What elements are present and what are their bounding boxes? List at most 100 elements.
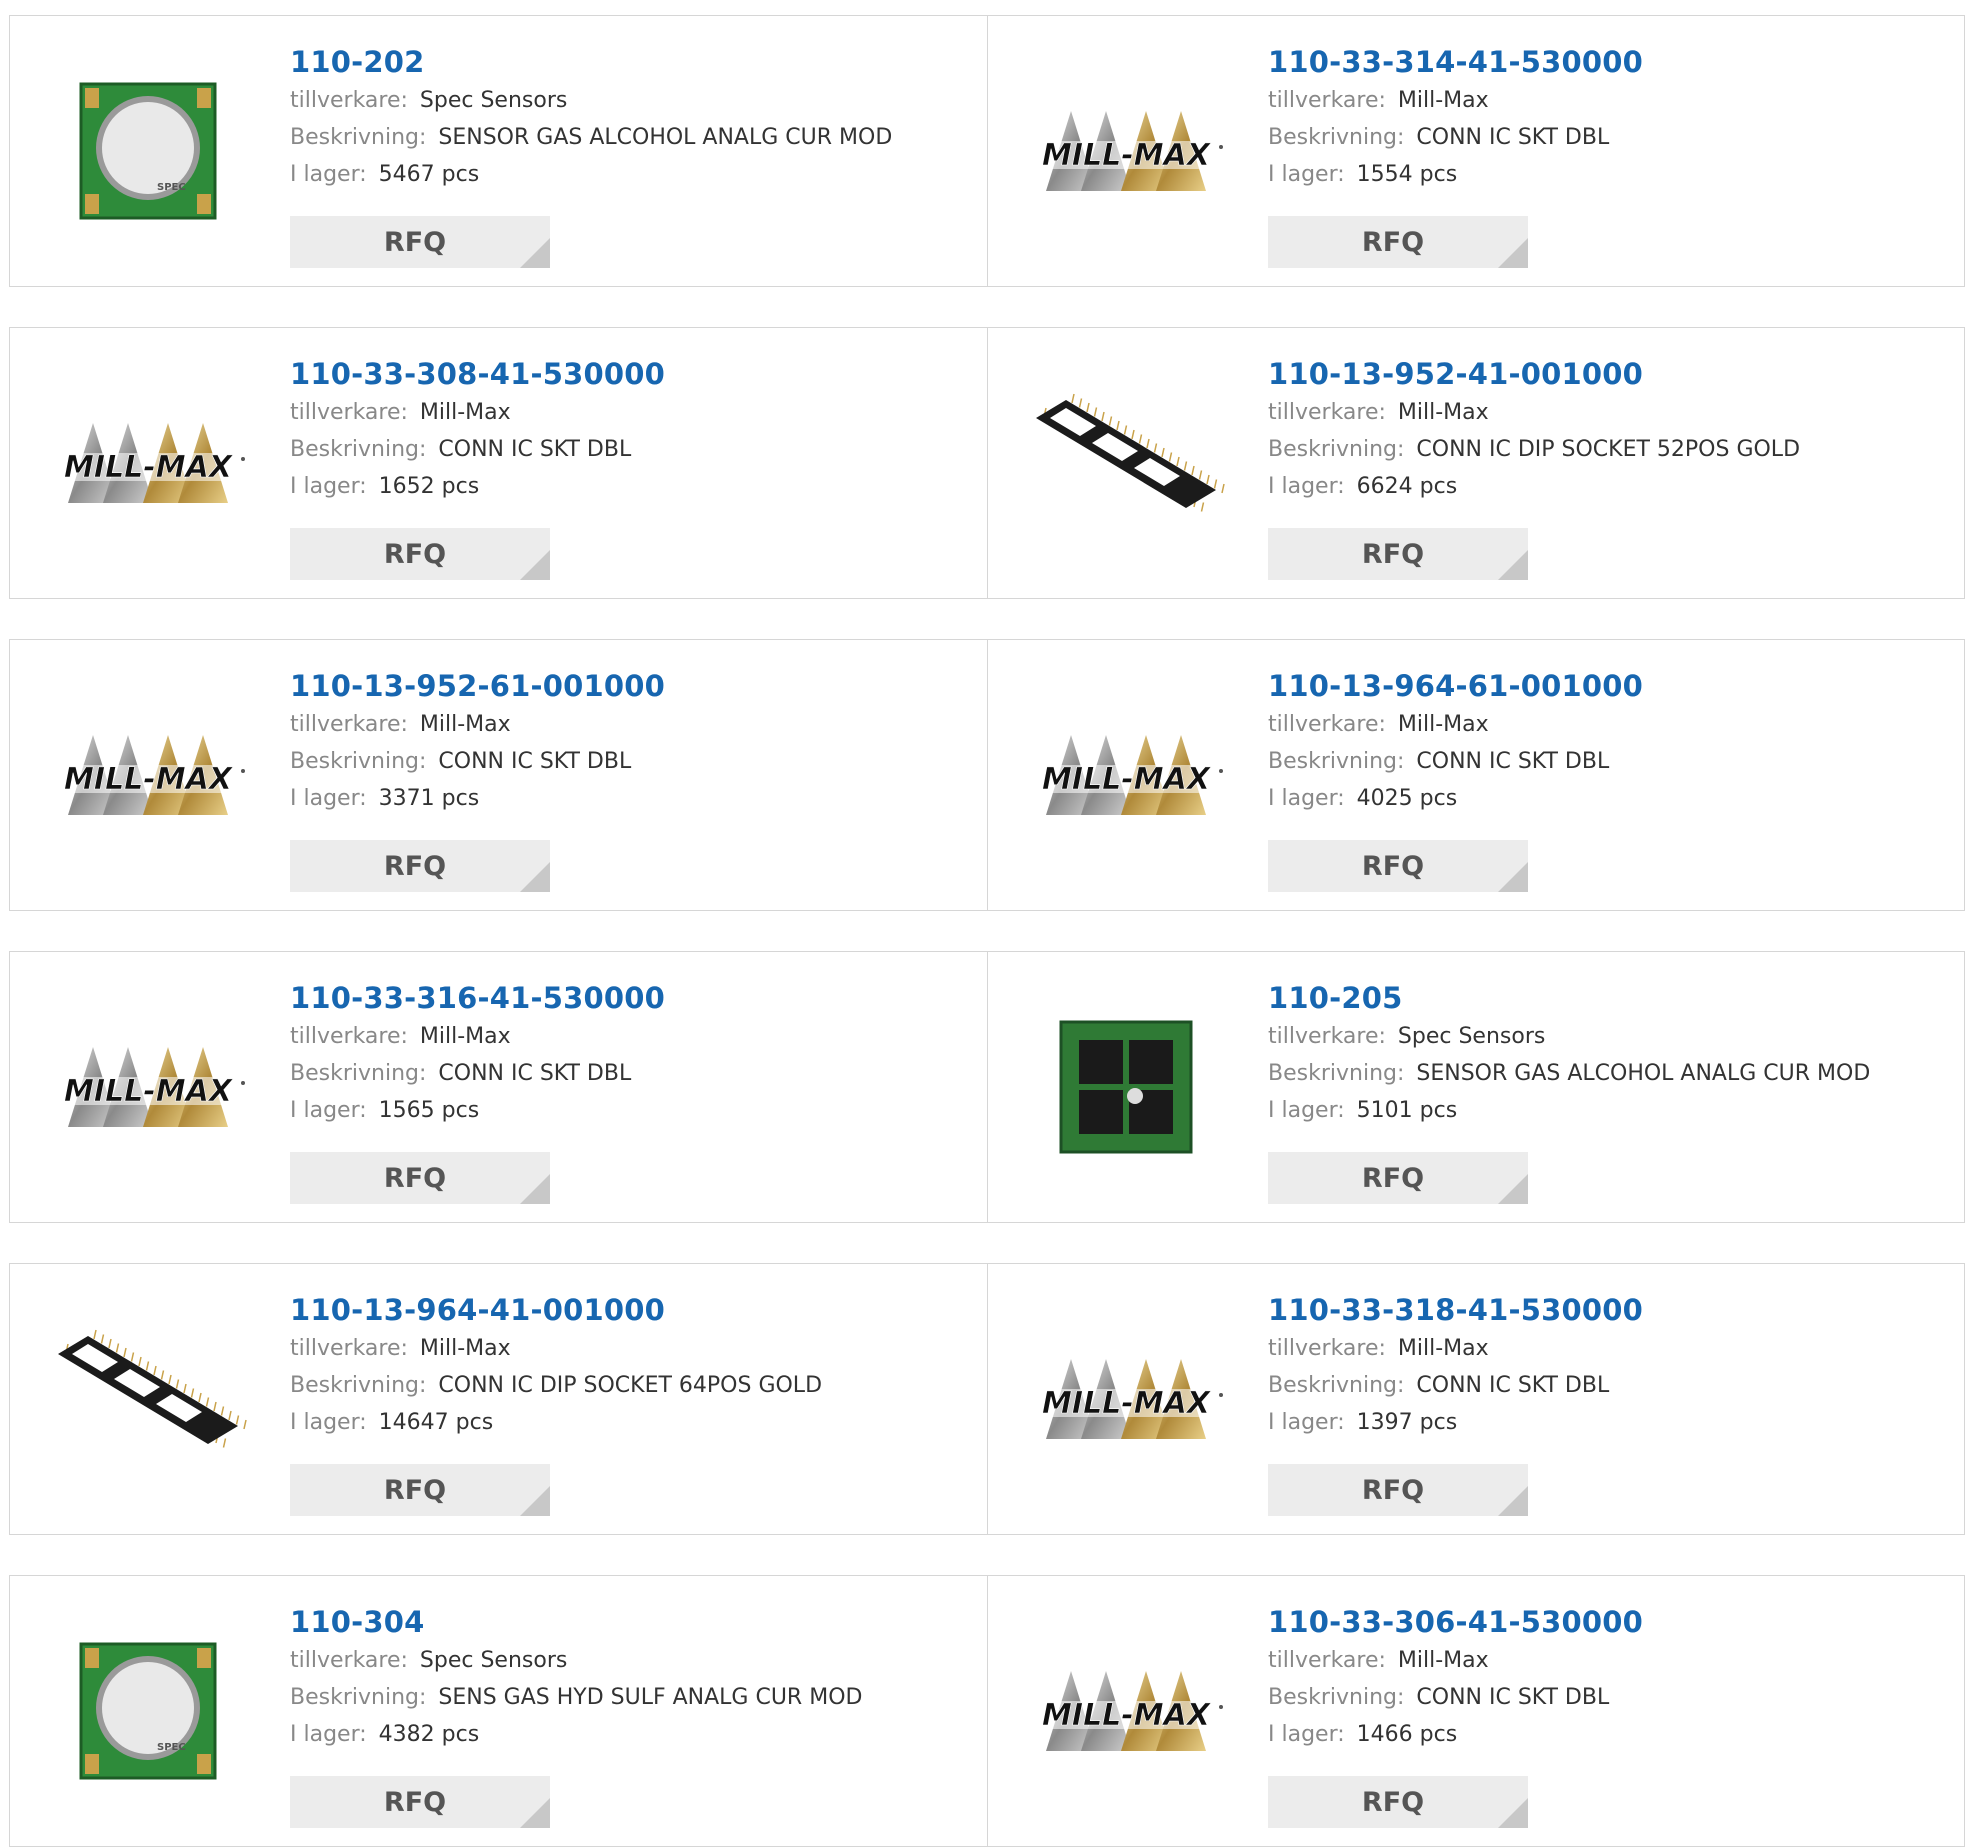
description-label: Beskrivning: bbox=[290, 125, 427, 150]
svg-text:MILL-MAX: MILL-MAX bbox=[64, 1074, 234, 1109]
description-label: Beskrivning: bbox=[1268, 1373, 1405, 1398]
description-value: CONN IC SKT DBL bbox=[438, 1061, 632, 1086]
stock-value: 5101 pcs bbox=[1356, 1098, 1458, 1123]
dip-socket-icon[interactable] bbox=[48, 1324, 248, 1474]
rfq-button-label: RFQ bbox=[383, 1786, 447, 1818]
corner-triangle-icon bbox=[1498, 1798, 1528, 1828]
part-number-link[interactable]: 110-13-952-61-001000 bbox=[290, 666, 665, 706]
rfq-button[interactable]: RFQ bbox=[290, 1152, 550, 1204]
rfq-button[interactable]: RFQ bbox=[1268, 528, 1528, 580]
description-label: Beskrivning: bbox=[1268, 1685, 1405, 1710]
svg-text:MILL-MAX: MILL-MAX bbox=[64, 450, 234, 485]
mill-max-logo[interactable]: MILL-MAX bbox=[1026, 700, 1226, 850]
manufacturer-line: tillverkare: Mill-Max bbox=[1268, 82, 1643, 119]
stock-line: I lager: 1397 pcs bbox=[1268, 1404, 1643, 1441]
part-number-link[interactable]: 110-202 bbox=[290, 42, 892, 82]
corner-triangle-icon bbox=[520, 1174, 550, 1204]
manufacturer-value: Mill-Max bbox=[1397, 400, 1489, 425]
description-label: Beskrivning: bbox=[1268, 749, 1405, 774]
rfq-button[interactable]: RFQ bbox=[290, 840, 550, 892]
rfq-button[interactable]: RFQ bbox=[1268, 1776, 1528, 1828]
manufacturer-line: tillverkare: Mill-Max bbox=[1268, 1330, 1643, 1367]
manufacturer-line: tillverkare: Mill-Max bbox=[290, 394, 665, 431]
corner-triangle-icon bbox=[520, 1486, 550, 1516]
mill-max-logo[interactable]: MILL-MAX bbox=[1026, 76, 1226, 226]
product-info: 110-13-964-41-001000 tillverkare: Mill-Ma… bbox=[290, 1290, 822, 1441]
sensor-module-square-icon[interactable] bbox=[1026, 1012, 1226, 1162]
product-card: MILL-MAX 110-13-964-61-001000 tillverkar… bbox=[987, 640, 1964, 910]
stock-value: 1466 pcs bbox=[1356, 1722, 1458, 1747]
dip-socket-icon[interactable] bbox=[1026, 388, 1226, 538]
stock-label: I lager: bbox=[290, 474, 367, 499]
corner-triangle-icon bbox=[1498, 862, 1528, 892]
mill-max-logo[interactable]: MILL-MAX bbox=[1026, 1324, 1226, 1474]
product-info: 110-33-306-41-530000 tillverkare: Mill-Ma… bbox=[1268, 1602, 1643, 1753]
part-number-link[interactable]: 110-33-308-41-530000 bbox=[290, 354, 665, 394]
stock-label: I lager: bbox=[1268, 1410, 1345, 1435]
product-info: 110-304 tillverkare: Spec Sensors Beskriv… bbox=[290, 1602, 862, 1753]
rfq-button-label: RFQ bbox=[1361, 1474, 1425, 1506]
part-number-link[interactable]: 110-33-306-41-530000 bbox=[1268, 1602, 1643, 1642]
rfq-button[interactable]: RFQ bbox=[290, 216, 550, 268]
product-card: SPEC 110-202 tillverkare: Spec Sensors Be… bbox=[10, 16, 987, 286]
stock-value: 1652 pcs bbox=[378, 474, 480, 499]
manufacturer-label: tillverkare: bbox=[290, 1336, 408, 1361]
stock-value: 4025 pcs bbox=[1356, 786, 1458, 811]
product-card: MILL-MAX 110-33-318-41-530000 tillverkar… bbox=[987, 1264, 1964, 1534]
manufacturer-line: tillverkare: Mill-Max bbox=[290, 706, 665, 743]
manufacturer-label: tillverkare: bbox=[290, 1648, 408, 1673]
rfq-button[interactable]: RFQ bbox=[1268, 1152, 1528, 1204]
stock-value: 14647 pcs bbox=[378, 1410, 494, 1435]
stock-label: I lager: bbox=[290, 162, 367, 187]
manufacturer-line: tillverkare: Mill-Max bbox=[1268, 706, 1643, 743]
svg-text:MILL-MAX: MILL-MAX bbox=[1042, 1698, 1212, 1733]
stock-line: I lager: 3371 pcs bbox=[290, 780, 665, 817]
rfq-button[interactable]: RFQ bbox=[290, 1776, 550, 1828]
rfq-button-label: RFQ bbox=[383, 226, 447, 258]
part-number-link[interactable]: 110-33-318-41-530000 bbox=[1268, 1290, 1643, 1330]
rfq-button-label: RFQ bbox=[1361, 226, 1425, 258]
rfq-button[interactable]: RFQ bbox=[1268, 840, 1528, 892]
manufacturer-value: Spec Sensors bbox=[419, 88, 568, 113]
mill-max-logo[interactable]: MILL-MAX bbox=[1026, 1636, 1226, 1786]
description-value: CONN IC SKT DBL bbox=[1416, 749, 1610, 774]
stock-label: I lager: bbox=[290, 1722, 367, 1747]
mill-max-logo[interactable]: MILL-MAX bbox=[48, 700, 248, 850]
rfq-button[interactable]: RFQ bbox=[1268, 1464, 1528, 1516]
description-value: CONN IC SKT DBL bbox=[1416, 1373, 1610, 1398]
stock-label: I lager: bbox=[1268, 162, 1345, 187]
part-number-link[interactable]: 110-13-964-61-001000 bbox=[1268, 666, 1643, 706]
svg-text:SPEC: SPEC bbox=[157, 1742, 186, 1753]
manufacturer-value: Spec Sensors bbox=[1397, 1024, 1546, 1049]
part-number-link[interactable]: 110-304 bbox=[290, 1602, 862, 1642]
stock-line: I lager: 1565 pcs bbox=[290, 1092, 665, 1129]
sensor-module-round-icon[interactable]: SPEC bbox=[48, 1636, 248, 1786]
description-line: Beskrivning: CONN IC SKT DBL bbox=[1268, 119, 1643, 156]
stock-label: I lager: bbox=[1268, 1722, 1345, 1747]
description-label: Beskrivning: bbox=[290, 1685, 427, 1710]
description-value: SENSOR GAS ALCOHOL ANALG CUR MOD bbox=[1416, 1061, 1871, 1086]
product-row: 110-13-964-41-001000 tillverkare: Mill-Ma… bbox=[9, 1263, 1965, 1535]
part-number-link[interactable]: 110-13-952-41-001000 bbox=[1268, 354, 1800, 394]
description-line: Beskrivning: SENSOR GAS ALCOHOL ANALG CUR… bbox=[1268, 1055, 1870, 1092]
manufacturer-label: tillverkare: bbox=[290, 1024, 408, 1049]
rfq-button[interactable]: RFQ bbox=[290, 1464, 550, 1516]
sensor-module-round-icon[interactable]: SPEC bbox=[48, 76, 248, 226]
description-label: Beskrivning: bbox=[290, 437, 427, 462]
corner-triangle-icon bbox=[520, 550, 550, 580]
part-number-link[interactable]: 110-33-314-41-530000 bbox=[1268, 42, 1643, 82]
description-value: CONN IC SKT DBL bbox=[438, 749, 632, 774]
part-number-link[interactable]: 110-205 bbox=[1268, 978, 1870, 1018]
manufacturer-label: tillverkare: bbox=[1268, 712, 1386, 737]
rfq-button[interactable]: RFQ bbox=[1268, 216, 1528, 268]
rfq-button-label: RFQ bbox=[1361, 850, 1425, 882]
rfq-button-label: RFQ bbox=[1361, 1786, 1425, 1818]
mill-max-logo[interactable]: MILL-MAX bbox=[48, 1012, 248, 1162]
corner-triangle-icon bbox=[1498, 550, 1528, 580]
part-number-link[interactable]: 110-13-964-41-001000 bbox=[290, 1290, 822, 1330]
description-label: Beskrivning: bbox=[1268, 437, 1405, 462]
part-number-link[interactable]: 110-33-316-41-530000 bbox=[290, 978, 665, 1018]
mill-max-logo[interactable]: MILL-MAX bbox=[48, 388, 248, 538]
rfq-button[interactable]: RFQ bbox=[290, 528, 550, 580]
stock-value: 1397 pcs bbox=[1356, 1410, 1458, 1435]
